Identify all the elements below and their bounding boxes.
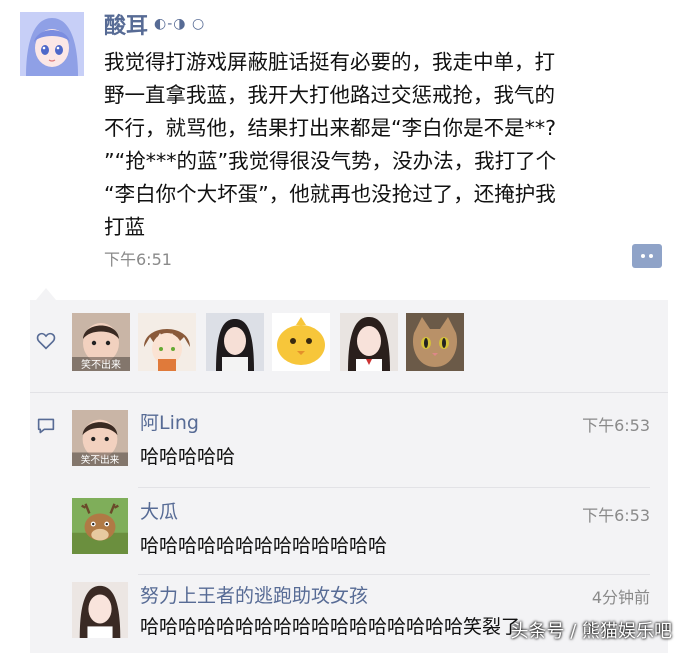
child-avatar-image: 笑不出来	[72, 313, 130, 371]
comment-dots-icon[interactable]	[632, 244, 662, 268]
girl-2-photo-avatar-image	[340, 313, 398, 371]
like-avatar-cat[interactable]	[406, 313, 464, 371]
comment-avatar-3[interactable]	[72, 582, 128, 638]
author-name[interactable]: 酸耳	[104, 8, 148, 40]
like-avatar-child[interactable]: 笑不出来	[72, 313, 130, 371]
anime-girl-avatar-image	[20, 12, 84, 76]
child-avatar-image: 笑不出来	[72, 410, 128, 466]
anime-boy-avatar-image	[138, 313, 196, 371]
post-text: 我觉得打游戏屏蔽脏话挺有必要的，我走中单，打 野一直拿我蓝，我开大打他路过交惩戒…	[104, 50, 557, 239]
comment-time-2: 下午6:53	[582, 506, 650, 525]
cat-avatar-image	[406, 313, 464, 371]
comment-time-1: 下午6:53	[582, 416, 650, 435]
comment-avatar-1[interactable]: 笑不出来	[72, 410, 128, 466]
source-watermark: 头条号 / 熊猫娱乐吧	[510, 621, 672, 642]
like-avatar-girl-1[interactable]	[206, 313, 264, 371]
comment-avatar-2[interactable]	[72, 498, 128, 554]
likes-divider	[30, 392, 668, 393]
comment-bubble-icon	[37, 418, 55, 434]
post-author[interactable]: 酸耳 ◐-◑ ○	[104, 8, 205, 40]
panel-caret	[36, 288, 56, 300]
heart-outline-icon	[36, 332, 56, 350]
comment-divider-1	[138, 487, 650, 488]
girl-3-photo-avatar-image	[72, 582, 128, 638]
svg-text:笑不出来: 笑不出来	[81, 358, 121, 371]
author-name-decoration: ◐-◑ ○	[154, 16, 206, 32]
author-avatar[interactable]	[20, 12, 84, 76]
yellow-chick-avatar-image	[272, 313, 330, 371]
comment-text-3: 哈哈哈哈哈哈哈哈哈哈哈哈哈哈哈哈哈笑裂了	[140, 616, 521, 638]
like-avatar-anime[interactable]	[138, 313, 196, 371]
svg-text:笑不出来: 笑不出来	[81, 454, 120, 466]
comment-author-2[interactable]: 大瓜	[140, 497, 178, 524]
like-avatar-chick[interactable]	[272, 313, 330, 371]
post-time: 下午6:51	[104, 250, 172, 269]
deer-cartoon-avatar-image	[72, 498, 128, 554]
comment-divider-2	[138, 574, 650, 575]
like-avatar-girl-2[interactable]	[340, 313, 398, 371]
comment-text-1: 哈哈哈哈哈	[140, 446, 236, 468]
comment-author-1[interactable]: 阿Ling	[140, 408, 199, 435]
comment-time-3: 4分钟前	[591, 588, 650, 607]
girl-photo-avatar-image	[206, 313, 264, 371]
comment-author-3[interactable]: 努力上王者的逃跑助攻女孩	[140, 581, 368, 608]
comment-text-2: 哈哈哈哈哈哈哈哈哈哈哈哈哈	[140, 535, 388, 557]
